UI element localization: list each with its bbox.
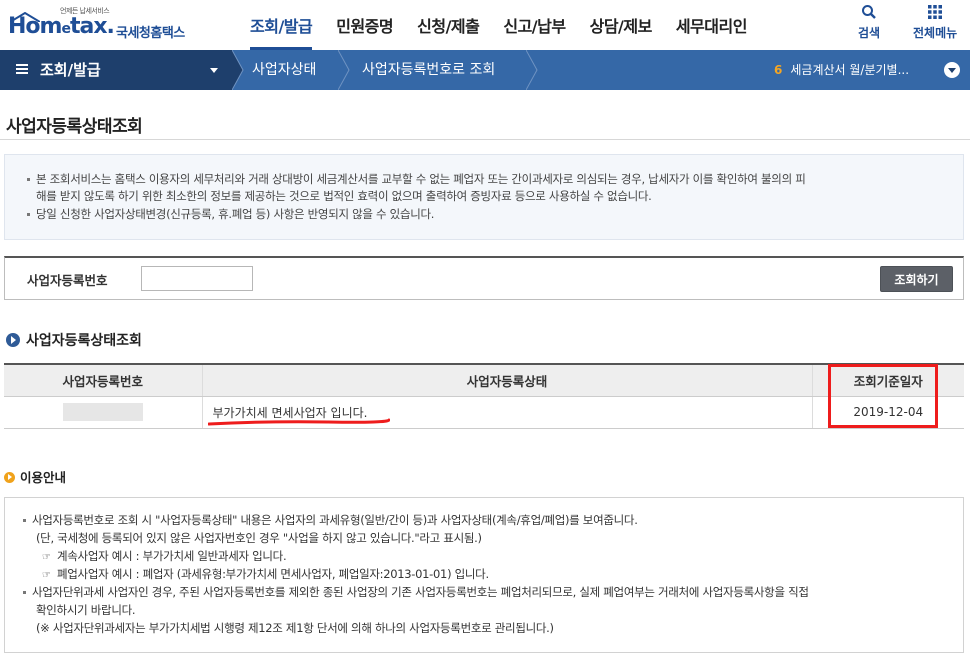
location-bar: 조회/발급 사업자상태 사업자등록번호로 조회 6 세금계산서 월/분기별... bbox=[0, 50, 970, 90]
notice-line: 본 조회서비스는 홈택스 이용자의 세무처리와 거래 상대방이 세금계산서를 교… bbox=[27, 171, 806, 187]
search-button[interactable]: 검색 bbox=[858, 4, 880, 41]
inquiry-button[interactable]: 조회하기 bbox=[880, 266, 953, 292]
pointing-hand-icon: ☞ bbox=[42, 570, 51, 581]
business-number-input[interactable] bbox=[141, 266, 253, 291]
breadcrumb-separator-icon bbox=[526, 50, 538, 90]
guide-line: ☞ 계속사업자 예시 : 부가가치세 일반과세자 입니다. bbox=[42, 549, 287, 563]
red-underline-annotation bbox=[208, 418, 390, 426]
table-row: 부가가치세 면세사업자 입니다. 2019-12-04 bbox=[4, 396, 964, 429]
guide-box: 사업자등록번호로 조회 시 "사업자등록상태" 내용은 사업자의 과세유형(일반… bbox=[4, 497, 964, 653]
recent-menu-ticker[interactable]: 6 세금계산서 월/분기별... bbox=[774, 50, 909, 90]
grid-menu-icon bbox=[928, 5, 943, 19]
breadcrumb-separator-icon bbox=[232, 50, 244, 90]
search-icon bbox=[862, 5, 876, 19]
nav-report-pay[interactable]: 신고/납부 bbox=[491, 0, 577, 50]
search-button-label: 검색 bbox=[858, 26, 881, 40]
breadcrumb-lookup-by-number[interactable]: 사업자등록번호로 조회 bbox=[362, 50, 495, 90]
nav-tax-agent[interactable]: 세무대리인 bbox=[664, 0, 759, 50]
section-menu-dropdown[interactable]: 조회/발급 bbox=[0, 50, 232, 90]
redacted-value bbox=[62, 403, 143, 421]
logo-korean-name: 국세청홈택스 bbox=[116, 26, 185, 41]
pointing-hand-icon: ☞ bbox=[42, 552, 51, 563]
guide-heading: 이용안내 bbox=[4, 467, 66, 486]
section-menu-title: 조회/발급 bbox=[40, 61, 101, 79]
nav-inquiry-issue[interactable]: 조회/발급 bbox=[238, 0, 324, 50]
breadcrumb-separator-icon bbox=[338, 50, 350, 90]
chevron-down-circle-icon[interactable] bbox=[944, 62, 960, 78]
arrow-circle-icon bbox=[6, 333, 20, 347]
notice-line: 당일 신청한 사업자상태변경(신규등록, 휴.폐업 등) 사항은 반영되지 않을… bbox=[27, 206, 434, 222]
hometax-logo[interactable]: 언제든 납세서비스 Hometax. 국세청홈택스 bbox=[8, 6, 188, 46]
column-header-registration-status: 사업자등록상태 bbox=[202, 364, 813, 397]
breadcrumb-business-status[interactable]: 사업자상태 bbox=[252, 50, 316, 90]
table-header-row: 사업자등록번호 사업자등록상태 조회기준일자 bbox=[4, 364, 964, 397]
guide-line: 사업자단위과세 사업자인 경우, 주된 사업자등록번호를 제외한 종된 사업장의… bbox=[23, 584, 809, 600]
guide-line: ☞ 폐업사업자 예시 : 폐업자 (과세유형:부가가치세 면세사업자, 폐업일자:… bbox=[42, 567, 489, 581]
nav-civil-certificate[interactable]: 민원증명 bbox=[324, 0, 405, 50]
nav-apply-submit[interactable]: 신청/제출 bbox=[405, 0, 491, 50]
notice-box: 본 조회서비스는 홈택스 이용자의 세무처리와 거래 상대방이 세금계산서를 교… bbox=[4, 154, 964, 240]
business-number-label: 사업자등록번호 bbox=[27, 273, 108, 288]
all-menu-button[interactable]: 전체메뉴 bbox=[913, 4, 957, 41]
guide-line: 사업자등록번호로 조회 시 "사업자등록상태" 내용은 사업자의 과세유형(일반… bbox=[23, 512, 638, 528]
guide-line: (※ 사업자단위과세자는 부가가치세법 시행령 제12조 제1항 단서에 의해 … bbox=[36, 621, 554, 635]
result-section-heading: 사업자등록상태조회 bbox=[6, 330, 142, 350]
search-form: 사업자등록번호 조회하기 bbox=[4, 256, 964, 300]
chevron-down-icon bbox=[210, 68, 218, 73]
logo-wordmark: Hometax. bbox=[8, 14, 115, 39]
masked-business-number bbox=[4, 396, 203, 429]
red-box-annotation bbox=[828, 364, 938, 428]
all-menu-label: 전체메뉴 bbox=[913, 26, 958, 40]
arrow-circle-icon bbox=[4, 472, 15, 483]
column-header-business-number: 사업자등록번호 bbox=[4, 364, 203, 397]
nav-consult-report[interactable]: 상담/제보 bbox=[578, 0, 664, 50]
main-navigation: 조회/발급 민원증명 신청/제출 신고/납부 상담/제보 세무대리인 bbox=[238, 0, 759, 50]
result-table: 사업자등록번호 사업자등록상태 조회기준일자 부가가치세 면세사업자 입니다. … bbox=[4, 363, 964, 429]
page-title: 사업자등록상태조회 bbox=[6, 117, 143, 137]
hamburger-icon bbox=[16, 64, 28, 74]
guide-line: 확인하시기 바랍니다. bbox=[36, 603, 136, 617]
title-divider bbox=[0, 139, 970, 140]
notice-line: 해를 받지 않도록 하기 위한 최소한의 정보를 제공하는 것으로 법적인 효력… bbox=[36, 189, 652, 203]
top-header: 언제든 납세서비스 Hometax. 국세청홈택스 조회/발급 민원증명 신청/… bbox=[0, 0, 970, 50]
guide-line: (단, 국세청에 등록되어 있지 않은 사업자번호인 경우 "사업을 하지 않고… bbox=[36, 531, 482, 545]
